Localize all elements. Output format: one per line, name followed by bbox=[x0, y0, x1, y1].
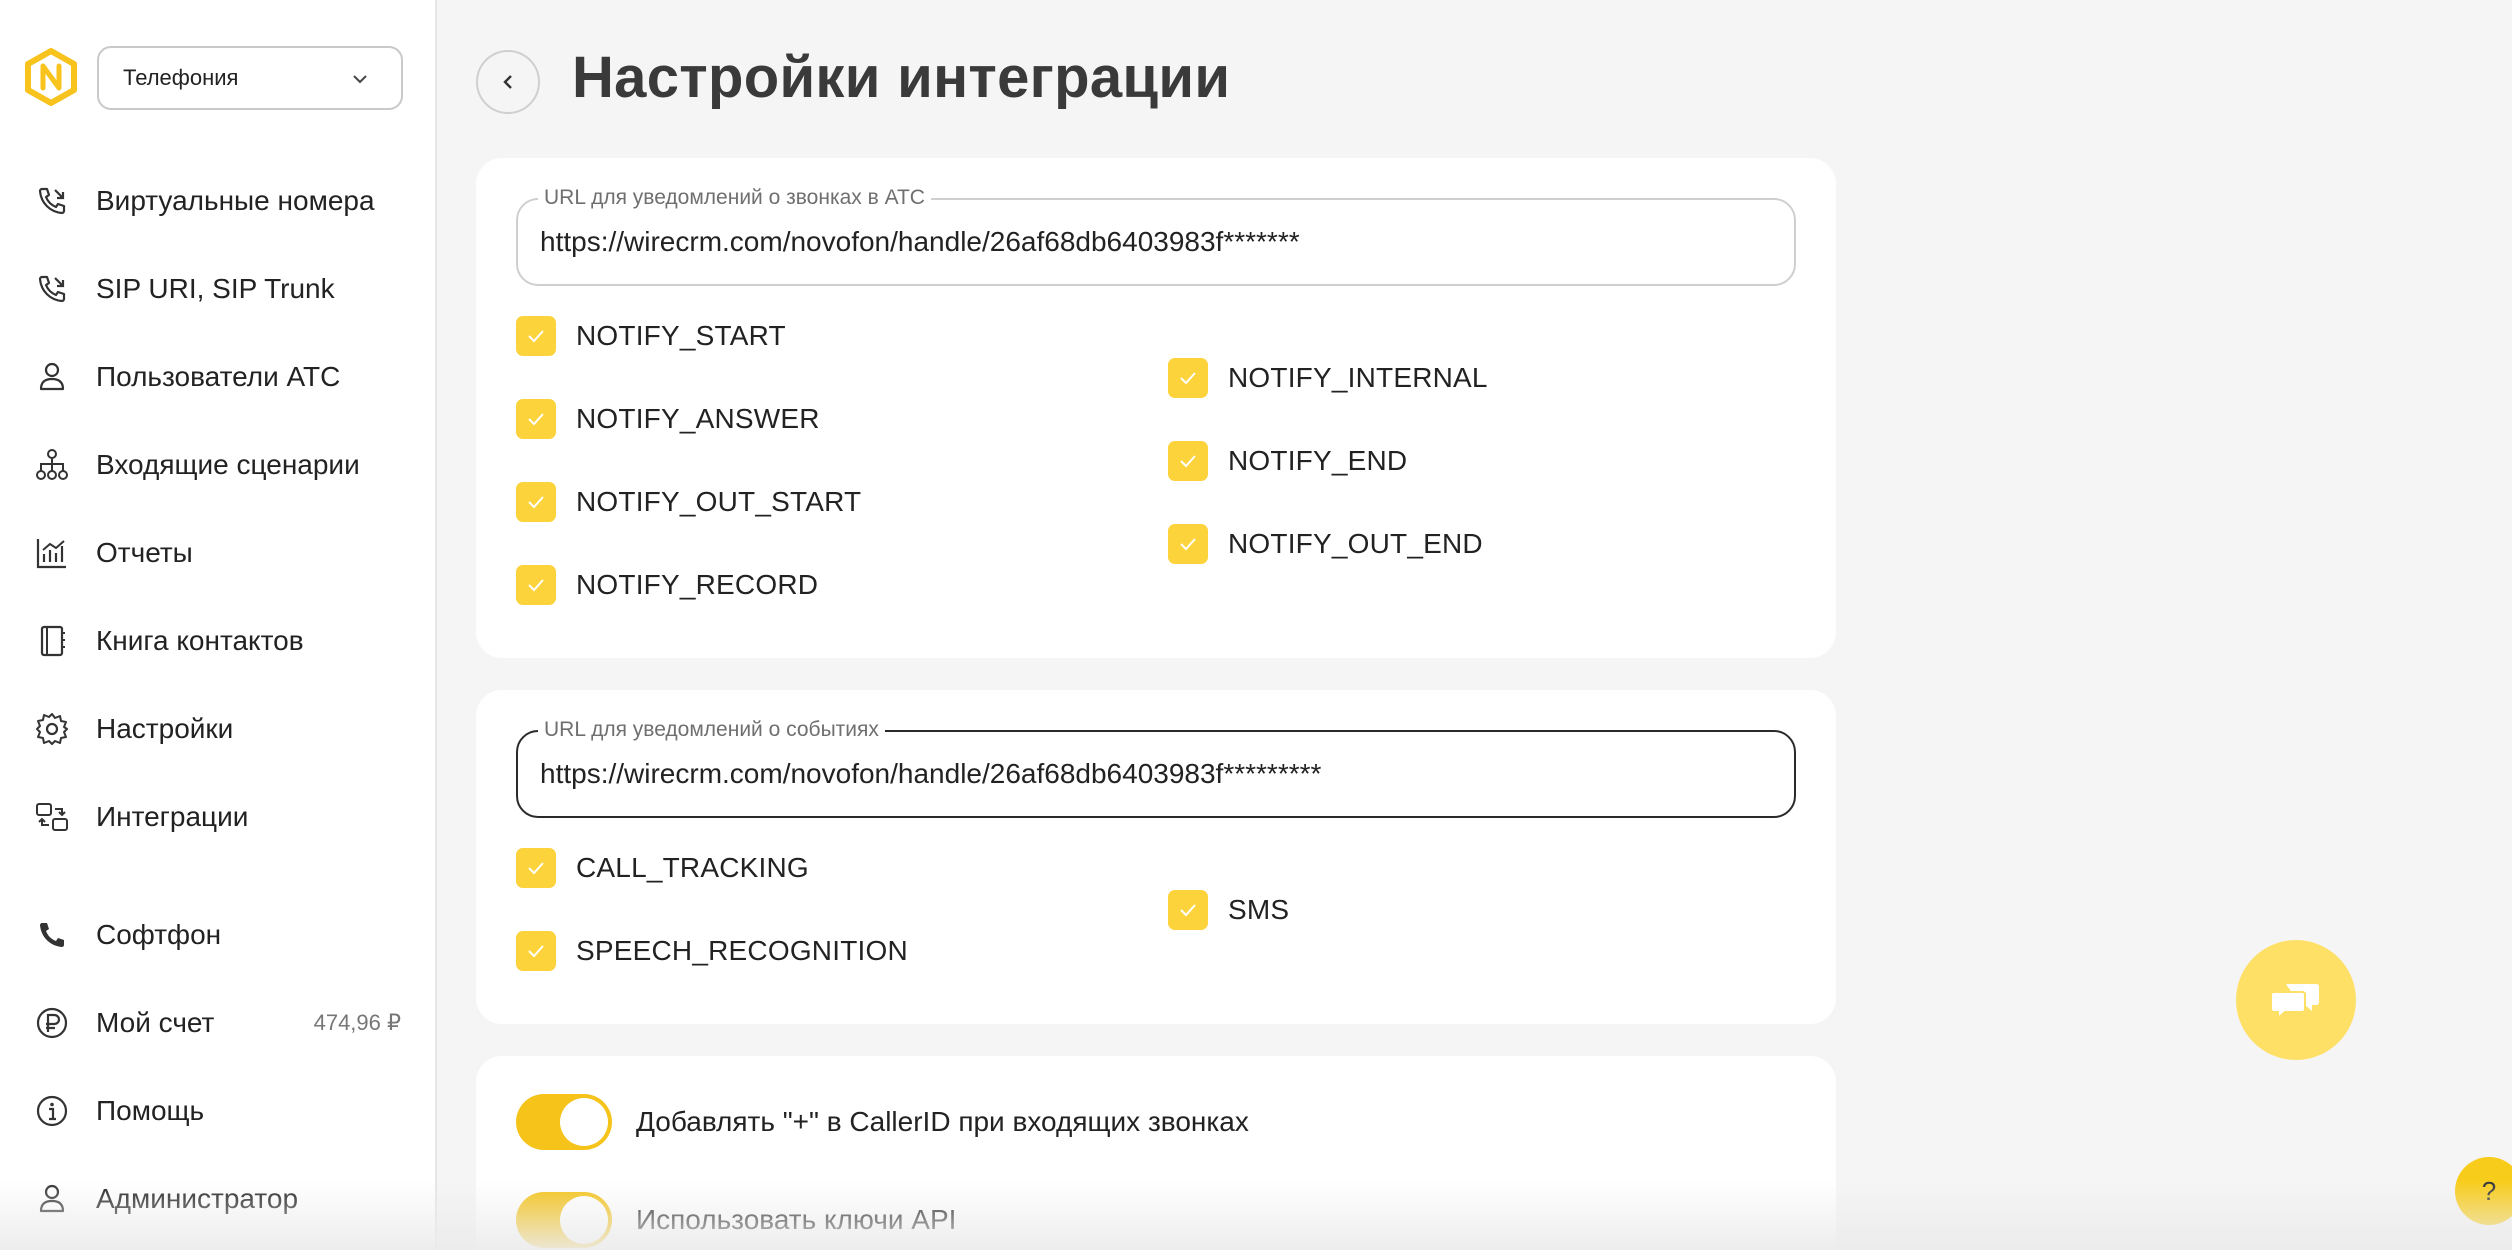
product-select[interactable]: Телефония bbox=[97, 46, 403, 110]
pbx-notifications-card: URL для уведомлений о звонках в АТС NOTI… bbox=[476, 158, 1836, 658]
sync-icon bbox=[33, 798, 71, 836]
checkbox-notify-end[interactable]: NOTIFY_END bbox=[1168, 441, 1407, 481]
chart-icon bbox=[33, 534, 71, 572]
sidebar-item-label: Книга контактов bbox=[96, 625, 304, 656]
sidebar-item-integrations[interactable]: Интеграции bbox=[0, 787, 437, 847]
checkbox-checked-icon bbox=[516, 482, 556, 522]
checkbox-label: NOTIFY_END bbox=[1228, 445, 1408, 476]
checkbox-notify-out-end[interactable]: NOTIFY_OUT_END bbox=[1168, 524, 1483, 564]
checkbox-label: SMS bbox=[1228, 894, 1290, 925]
checkbox-checked-icon bbox=[516, 565, 556, 605]
events-url-input[interactable] bbox=[540, 754, 1770, 794]
sidebar-item-softphone[interactable]: Софтфон bbox=[0, 905, 437, 965]
sidebar-item-incoming-scenarios[interactable]: Входящие сценарии bbox=[0, 435, 437, 495]
phone-arrow-icon bbox=[33, 182, 71, 220]
checkbox-label: SPEECH_RECOGNITION bbox=[576, 935, 908, 966]
phone-arrow-icon bbox=[33, 270, 71, 308]
checkbox-checked-icon bbox=[1168, 441, 1208, 481]
user-icon bbox=[33, 358, 71, 396]
checkbox-label: NOTIFY_START bbox=[576, 320, 786, 351]
back-button[interactable] bbox=[476, 50, 540, 114]
app: Телефония Виртуальные номера SIP URI, SI… bbox=[0, 0, 2512, 1250]
checkbox-notify-internal[interactable]: NOTIFY_INTERNAL bbox=[1168, 358, 1488, 398]
sidebar-item-label: SIP URI, SIP Trunk bbox=[96, 273, 335, 304]
help-button[interactable]: ? bbox=[2455, 1157, 2512, 1225]
sidebar-item-admin[interactable]: Администратор bbox=[0, 1169, 437, 1229]
sidebar: Телефония Виртуальные номера SIP URI, SI… bbox=[0, 0, 437, 1250]
toggle-row-api-keys[interactable]: Использовать ключи API bbox=[516, 1192, 956, 1248]
sidebar-item-contacts[interactable]: Книга контактов bbox=[0, 611, 437, 671]
checkbox-notify-record[interactable]: NOTIFY_RECORD bbox=[516, 565, 818, 605]
help-button-label: ? bbox=[2481, 1175, 2497, 1206]
hierarchy-icon bbox=[33, 446, 71, 484]
api-keys-toggle[interactable] bbox=[516, 1192, 612, 1248]
checkbox-notify-out-start[interactable]: NOTIFY_OUT_START bbox=[516, 482, 861, 522]
sidebar-item-label: Виртуальные номера bbox=[96, 185, 375, 216]
checkbox-sms[interactable]: SMS bbox=[1168, 890, 1289, 930]
gear-icon bbox=[33, 710, 71, 748]
checkbox-checked-icon bbox=[516, 848, 556, 888]
events-url-label: URL для уведомлений о событиях bbox=[538, 718, 885, 742]
checkbox-call-tracking[interactable]: CALL_TRACKING bbox=[516, 848, 809, 888]
sidebar-item-help[interactable]: Помощь bbox=[0, 1081, 437, 1141]
sidebar-item-account[interactable]: Мой счет 474,96 ₽ bbox=[0, 993, 437, 1053]
account-balance: 474,96 ₽ bbox=[313, 1010, 401, 1035]
chevron-left-icon bbox=[503, 75, 512, 89]
options-card: Добавлять "+" в CallerID при входящих зв… bbox=[476, 1056, 1836, 1250]
page-title: Настройки интеграции bbox=[572, 45, 1231, 110]
sidebar-item-label: Входящие сценарии bbox=[96, 449, 360, 480]
sidebar-item-virtual-numbers[interactable]: Виртуальные номера bbox=[0, 171, 437, 231]
sidebar-item-label: Интеграции bbox=[96, 801, 249, 832]
phone-icon bbox=[33, 916, 71, 954]
user-icon bbox=[33, 1180, 71, 1218]
sidebar-item-settings[interactable]: Настройки bbox=[0, 699, 437, 759]
info-icon bbox=[33, 1092, 71, 1130]
sidebar-item-label: Настройки bbox=[96, 713, 234, 744]
toggle-label: Добавлять "+" в CallerID при входящих зв… bbox=[636, 1106, 1249, 1137]
checkbox-label: CALL_TRACKING bbox=[576, 852, 809, 883]
pbx-url-label: URL для уведомлений о звонках в АТС bbox=[538, 186, 931, 210]
sidebar-item-reports[interactable]: Отчеты bbox=[0, 523, 437, 583]
sidebar-item-label: Администратор bbox=[96, 1183, 299, 1214]
sidebar-item-label: Софтфон bbox=[96, 919, 222, 950]
checkbox-checked-icon bbox=[1168, 890, 1208, 930]
chevron-down-icon bbox=[353, 75, 367, 84]
sidebar-item-sip[interactable]: SIP URI, SIP Trunk bbox=[0, 259, 437, 319]
events-url-field[interactable]: URL для уведомлений о событиях bbox=[516, 718, 1796, 818]
chat-icon bbox=[2270, 984, 2319, 1020]
checkbox-checked-icon bbox=[516, 316, 556, 356]
callerid-plus-toggle[interactable] bbox=[516, 1094, 612, 1150]
pbx-url-input[interactable] bbox=[540, 222, 1770, 262]
checkbox-label: NOTIFY_RECORD bbox=[576, 569, 819, 600]
checkbox-checked-icon bbox=[1168, 358, 1208, 398]
checkbox-label: NOTIFY_INTERNAL bbox=[1228, 362, 1488, 393]
sidebar-item-pbx-users[interactable]: Пользователи АТС bbox=[0, 347, 437, 407]
checkbox-notify-answer[interactable]: NOTIFY_ANSWER bbox=[516, 399, 820, 439]
checkbox-checked-icon bbox=[516, 399, 556, 439]
checkbox-label: NOTIFY_OUT_END bbox=[1228, 528, 1483, 559]
toggle-knob bbox=[560, 1098, 608, 1146]
checkbox-notify-start[interactable]: NOTIFY_START bbox=[516, 316, 786, 356]
pbx-url-field[interactable]: URL для уведомлений о звонках в АТС bbox=[516, 186, 1796, 286]
checkbox-label: NOTIFY_ANSWER bbox=[576, 403, 820, 434]
toggle-knob bbox=[560, 1196, 608, 1244]
product-select-value: Телефония bbox=[123, 65, 239, 90]
logo-icon[interactable] bbox=[24, 48, 78, 106]
checkbox-checked-icon bbox=[516, 931, 556, 971]
ruble-icon bbox=[33, 1004, 71, 1042]
checkbox-label: NOTIFY_OUT_START bbox=[576, 486, 862, 517]
book-icon bbox=[33, 622, 71, 660]
sidebar-item-label: Пользователи АТС bbox=[96, 361, 341, 392]
toggle-row-callerid-plus[interactable]: Добавлять "+" в CallerID при входящих зв… bbox=[516, 1094, 1249, 1150]
toggle-label: Использовать ключи API bbox=[636, 1204, 957, 1235]
sidebar-item-label: Помощь bbox=[96, 1095, 205, 1126]
checkbox-checked-icon bbox=[1168, 524, 1208, 564]
checkbox-speech-recognition[interactable]: SPEECH_RECOGNITION bbox=[516, 931, 908, 971]
sidebar-item-label: Мой счет bbox=[96, 1007, 215, 1038]
sidebar-item-label: Отчеты bbox=[96, 537, 193, 568]
event-notifications-card: URL для уведомлений о событиях CALL_TRAC… bbox=[476, 690, 1836, 1024]
chat-button[interactable] bbox=[2236, 940, 2356, 1060]
